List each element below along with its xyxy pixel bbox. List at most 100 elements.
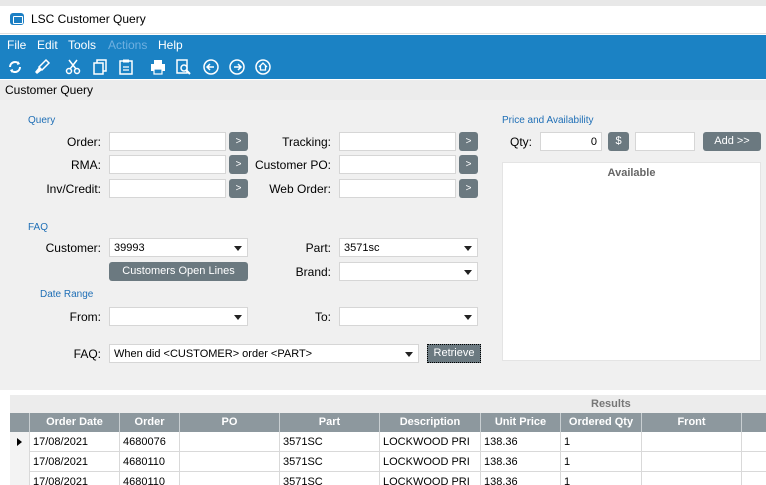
add-button[interactable]: Add >> xyxy=(703,132,761,151)
back-icon[interactable] xyxy=(202,58,220,76)
menu-actions: Actions xyxy=(108,38,148,52)
menu-tools[interactable]: Tools xyxy=(68,38,96,52)
refresh-icon[interactable] xyxy=(6,58,24,76)
menu-file[interactable]: File xyxy=(7,38,26,52)
price-section-label: Price and Availability xyxy=(502,115,594,126)
page-title: Customer Query xyxy=(5,83,94,97)
col-order[interactable]: Order xyxy=(120,413,180,432)
tracking-input[interactable] xyxy=(339,132,456,151)
row-selector[interactable] xyxy=(10,472,30,485)
results-title-bar: Results xyxy=(10,395,766,413)
menu-edit[interactable]: Edit xyxy=(37,38,58,52)
col-po[interactable]: PO xyxy=(180,413,280,432)
invcredit-label: Inv/Credit: xyxy=(46,182,101,196)
forward-icon[interactable] xyxy=(228,58,246,76)
cell-order-date: 17/08/2021 xyxy=(30,472,120,485)
faq-label: FAQ: xyxy=(73,347,101,361)
cell-ordered-qty: 1 xyxy=(561,452,642,472)
cell-po xyxy=(180,452,280,472)
qty-input[interactable]: 0 xyxy=(540,132,602,151)
faq-select[interactable]: When did <CUSTOMER> order <PART> xyxy=(109,344,419,363)
customer-select-value: 39993 xyxy=(114,242,145,254)
cell-po xyxy=(180,472,280,485)
menu-bar: File Edit Tools Actions Help xyxy=(0,35,766,55)
table-row[interactable]: 17/08/2021 4680076 3571SC LOCKWOOD PRI 1… xyxy=(10,432,766,452)
retrieve-button[interactable]: Retrieve xyxy=(427,344,481,363)
chevron-down-icon xyxy=(405,352,413,357)
cell-unit-price: 138.36 xyxy=(481,472,561,485)
col-description[interactable]: Description xyxy=(380,413,481,432)
cell-ordered-qty: 1 xyxy=(561,472,642,485)
copy-icon[interactable] xyxy=(91,58,109,76)
cell-description: LOCKWOOD PRI xyxy=(380,472,481,485)
paste-icon[interactable] xyxy=(117,58,135,76)
query-section-label: Query xyxy=(28,115,56,126)
chevron-down-icon xyxy=(464,270,472,275)
web-order-go-button[interactable]: > xyxy=(459,179,478,198)
results-panel: Results Order Date Order PO Part Descrip… xyxy=(10,395,766,485)
part-label: Part: xyxy=(305,241,331,255)
cell-unit-price: 138.36 xyxy=(481,432,561,452)
col-order-date[interactable]: Order Date xyxy=(30,413,120,432)
cell-front xyxy=(642,452,742,472)
to-date-select[interactable] xyxy=(339,307,478,326)
customer-query-window: LSC Customer Query File Edit Tools Actio… xyxy=(0,0,766,485)
row-selector[interactable] xyxy=(10,452,30,472)
cell-order-date: 17/08/2021 xyxy=(30,452,120,472)
brand-select[interactable] xyxy=(339,262,478,281)
price-input[interactable] xyxy=(635,132,695,151)
invcredit-input[interactable] xyxy=(109,179,226,198)
table-row[interactable]: 17/08/2021 4680110 3571SC LOCKWOOD PRI 1… xyxy=(10,452,766,472)
from-date-select[interactable] xyxy=(109,307,248,326)
menu-help[interactable]: Help xyxy=(158,38,183,52)
rma-label: RMA: xyxy=(71,158,101,172)
toolbar xyxy=(0,55,766,79)
customer-select[interactable]: 39993 xyxy=(109,238,248,257)
customers-open-lines-button[interactable]: Customers Open Lines xyxy=(109,262,248,281)
customer-po-label: Customer PO: xyxy=(254,158,331,172)
col-front[interactable]: Front xyxy=(642,413,742,432)
order-input[interactable] xyxy=(109,132,226,151)
col-ordered-qty[interactable]: Ordered Qty xyxy=(561,413,642,432)
brand-label: Brand: xyxy=(295,265,331,279)
date-range-label: Date Range xyxy=(40,289,94,300)
row-selector[interactable] xyxy=(10,432,30,452)
part-select[interactable]: 3571sc xyxy=(339,238,478,257)
cell-part: 3571SC xyxy=(280,432,380,452)
rma-input[interactable] xyxy=(109,155,226,174)
cell-order-date: 17/08/2021 xyxy=(30,432,120,452)
cell-part: 3571SC xyxy=(280,472,380,485)
tracking-go-button[interactable]: > xyxy=(459,132,478,151)
col-part[interactable]: Part xyxy=(280,413,380,432)
print-icon[interactable] xyxy=(149,58,167,76)
results-title: Results xyxy=(591,398,631,410)
print-preview-icon[interactable] xyxy=(174,58,192,76)
clear-icon[interactable] xyxy=(33,58,51,76)
chevron-down-icon xyxy=(464,246,472,251)
web-order-input[interactable] xyxy=(339,179,456,198)
currency-button[interactable]: $ xyxy=(608,132,629,151)
available-heading: Available xyxy=(607,167,656,179)
from-label: From: xyxy=(69,310,101,324)
customer-po-input[interactable] xyxy=(339,155,456,174)
cell-description: LOCKWOOD PRI xyxy=(380,432,481,452)
cell-order: 4680110 xyxy=(120,472,180,485)
cell-order: 4680076 xyxy=(120,432,180,452)
tracking-label: Tracking: xyxy=(282,135,331,149)
col-unit-price[interactable]: Unit Price xyxy=(481,413,561,432)
chevron-down-icon xyxy=(464,315,472,320)
window-title: LSC Customer Query xyxy=(31,12,146,26)
home-icon[interactable] xyxy=(254,58,272,76)
current-row-icon xyxy=(17,438,22,446)
order-label: Order: xyxy=(66,135,101,149)
cell-order: 4680110 xyxy=(120,452,180,472)
cell-part: 3571SC xyxy=(280,452,380,472)
cell-unit-price: 138.36 xyxy=(481,452,561,472)
table-row[interactable]: 17/08/2021 4680110 3571SC LOCKWOOD PRI 1… xyxy=(10,472,766,485)
customer-po-go-button[interactable]: > xyxy=(459,155,478,174)
app-icon xyxy=(10,13,24,25)
row-selector-header xyxy=(10,413,30,432)
query-form: Query Order: > RMA: > Inv/Credit: > Trac… xyxy=(0,100,766,390)
cut-icon[interactable] xyxy=(64,58,82,76)
cell-front xyxy=(642,472,742,485)
